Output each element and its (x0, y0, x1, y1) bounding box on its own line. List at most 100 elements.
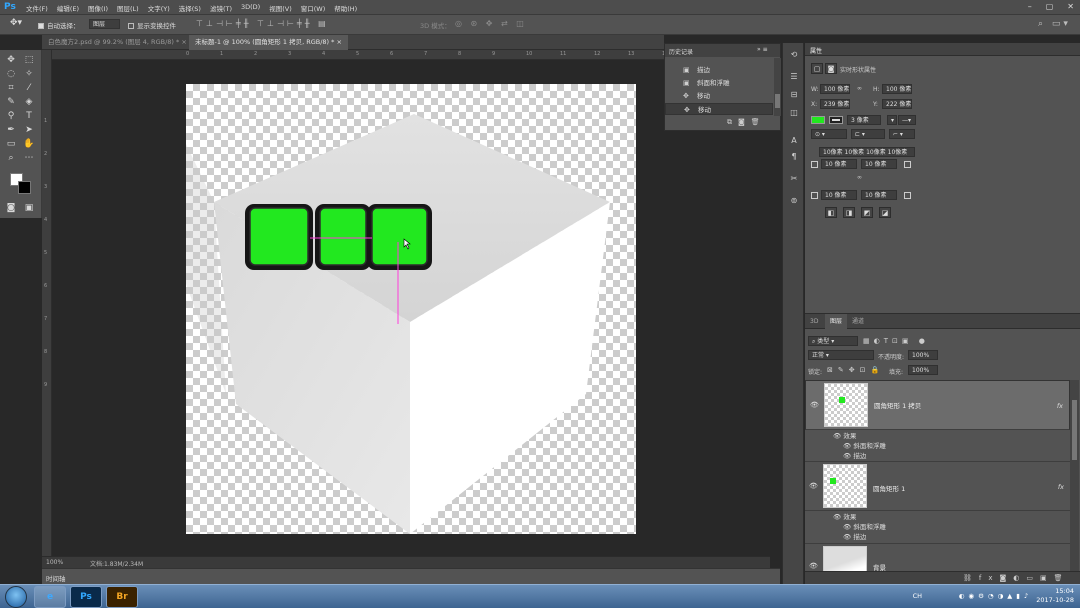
stroke-color-swatch[interactable] (829, 116, 843, 124)
visibility-eye-icon[interactable]: 👁 (809, 482, 818, 490)
properties-panel-icon[interactable]: ☰ (788, 71, 800, 83)
3d-panel-icon[interactable]: ⊚ (788, 195, 800, 207)
move-tool-preset-icon[interactable]: ✥▾ (10, 18, 22, 28)
blend-mode-dropdown[interactable]: 正常 ▾ (808, 350, 874, 360)
taskbar-clock[interactable]: 15:04 2017-10-28 (1036, 587, 1074, 605)
menu-help[interactable]: 帮助(H) (334, 3, 357, 13)
link-icon[interactable]: ∞ (857, 85, 862, 92)
corner-br-field[interactable]: 10 像素 (861, 190, 897, 200)
timeline-label[interactable]: 时间轴 (46, 573, 66, 583)
screen-mode-icon[interactable]: ▣ (22, 202, 36, 214)
bridge-taskbar-button[interactable]: Br (106, 586, 138, 608)
x-field[interactable]: 239 像素 (820, 99, 850, 109)
layer-filter-icons[interactable]: ▦◐T⊡▣ ● (863, 337, 929, 345)
shape-tool-icon[interactable]: ▭ (4, 138, 18, 150)
path-select-icon[interactable]: ➤ (22, 124, 36, 136)
green-rounded-rect-1[interactable] (245, 204, 313, 270)
lasso-tool-icon[interactable]: ◌ (4, 68, 18, 80)
effect-bevel[interactable]: 👁 斜面和浮雕 (843, 440, 886, 450)
shape-props-icon[interactable]: ▢ (811, 63, 823, 74)
paragraph-panel-icon[interactable]: ¶ (788, 151, 800, 163)
zoom-level[interactable]: 100% (46, 559, 63, 566)
panel-menu-icon[interactable]: » ≡ (757, 46, 768, 53)
menu-window[interactable]: 窗口(W) (301, 3, 326, 13)
hand-tool-icon[interactable]: ✋ (22, 138, 36, 150)
quick-mask-icon[interactable]: ◙ (4, 202, 18, 214)
layer-name[interactable]: 圆角矩形 1 拷贝 (874, 402, 921, 411)
history-scrollbar[interactable] (774, 58, 781, 116)
layer-filter-dropdown[interactable]: ⌕ 类型 ▾ (808, 336, 858, 346)
layer-row-original[interactable]: 👁 圆角矩形 1 fx (805, 461, 1070, 511)
tab-close-icon[interactable]: × (181, 38, 186, 46)
tool-presets-icon[interactable]: ✂ (788, 173, 800, 185)
properties-title[interactable]: 属性 (810, 46, 822, 55)
menu-type[interactable]: 文字(Y) (148, 3, 170, 13)
stroke-dropdown[interactable]: ▾ (887, 115, 897, 125)
y-field[interactable]: 222 像素 (882, 99, 912, 109)
tab-close-icon[interactable]: × (336, 38, 341, 46)
search-icon[interactable]: ⌕ ▭▾ (1038, 19, 1071, 29)
scroll-thumb[interactable] (1072, 400, 1077, 460)
corner-radius-all-field[interactable]: 10像素 10像素 10像素 10像素 (819, 147, 915, 157)
menu-file[interactable]: 文件(F) (26, 3, 48, 13)
history-item[interactable]: ▣ 描边 (665, 64, 773, 76)
history-title[interactable]: 历史记录 (669, 47, 693, 56)
document-canvas[interactable] (186, 84, 636, 534)
marquee-tool-icon[interactable]: ⬚ (22, 54, 36, 66)
pen-tool-icon[interactable]: ✒ (4, 124, 18, 136)
lock-icons[interactable]: ⊠✎✥⊡🔒 (827, 366, 884, 374)
path-combine-icon[interactable]: ◧ (825, 207, 837, 218)
layer-footer-buttons[interactable]: ⛓fx◙◐▭▣🗑 (963, 574, 1070, 582)
layer-row-copy[interactable]: 👁 圆角矩形 1 拷贝 fx (805, 380, 1070, 430)
tray-icons[interactable]: ◐◉⚙◔◑▲▮♪ (959, 592, 1032, 600)
green-rounded-rect-2[interactable] (315, 204, 371, 270)
history-item[interactable]: ▣ 斜面和浮雕 (665, 77, 773, 89)
green-rounded-rect-3[interactable] (367, 204, 432, 270)
start-button[interactable] (5, 586, 27, 608)
crop-tool-icon[interactable]: ⌗ (4, 82, 18, 94)
menu-edit[interactable]: 编辑(E) (57, 3, 79, 13)
align-buttons[interactable]: ⊤⊥⊣⊢╪╫ ⊤⊥⊣⊢╪╫ ▤ (196, 19, 329, 28)
stroke-cap-dropdown[interactable]: ⊏ ▾ (851, 129, 885, 139)
ie-taskbar-button[interactable]: e (34, 586, 66, 608)
effect-stroke[interactable]: 👁 描边 (843, 450, 866, 460)
magic-wand-icon[interactable]: ✧ (22, 68, 36, 80)
auto-select-checkbox[interactable]: 自动选择： (38, 20, 80, 30)
minimize-button[interactable]: – (1028, 2, 1032, 11)
history-footer-buttons[interactable]: ⧉◙🗑 (727, 118, 766, 127)
tab-channels[interactable]: 通道 (847, 314, 869, 329)
menu-filter[interactable]: 滤镜(T) (210, 3, 232, 13)
mask-props-icon[interactable]: ◙ (825, 63, 837, 74)
fill-color-swatch[interactable] (811, 116, 825, 124)
move-tool-icon[interactable]: ✥ (4, 54, 18, 66)
text-tool-icon[interactable]: T (22, 110, 36, 122)
width-field[interactable]: 100 像素 (820, 84, 850, 94)
menu-image[interactable]: 图像(I) (88, 3, 108, 13)
photoshop-taskbar-button[interactable]: Ps (70, 586, 102, 608)
visibility-eye-icon[interactable]: 👁 (809, 562, 818, 570)
effect-stroke[interactable]: 👁 描边 (843, 531, 866, 541)
history-item-selected[interactable]: ✥ 移动 (665, 103, 773, 115)
effect-bevel[interactable]: 👁 斜面和浮雕 (843, 521, 886, 531)
height-field[interactable]: 100 像素 (882, 84, 912, 94)
stroke-align-dropdown[interactable]: ⊙ ▾ (811, 129, 847, 139)
zoom-tool-icon[interactable]: ⌕ (4, 152, 18, 164)
corner-bl-field[interactable]: 10 像素 (821, 190, 857, 200)
menu-select[interactable]: 选择(S) (179, 3, 201, 13)
auto-select-dropdown[interactable]: 图层 (89, 19, 121, 29)
eraser-tool-icon[interactable]: ◈ (22, 96, 36, 108)
menu-layer[interactable]: 图层(L) (117, 3, 139, 13)
fx-icon[interactable]: fx (1058, 483, 1064, 491)
stroke-width-field[interactable]: 3 像素 (847, 115, 881, 125)
brush-tool-icon[interactable]: ✎ (4, 96, 18, 108)
fx-icon[interactable]: fx (1057, 402, 1063, 411)
eyedropper-icon[interactable]: ⁄ (22, 82, 36, 94)
document-size[interactable]: 文档:1.83M/2.34M (90, 559, 143, 568)
tab-3d[interactable]: 3D (805, 314, 823, 329)
tab-document-1[interactable]: 白色魔方2.psd @ 99.2% (图层 4, RGB/8) * × (42, 35, 193, 50)
history-item[interactable]: ✥ 移动 (665, 90, 773, 102)
tab-layers[interactable]: 图层 (825, 314, 848, 329)
path-exclude-icon[interactable]: ◪ (879, 207, 891, 218)
styles-panel-icon[interactable]: ◫ (788, 107, 800, 119)
layers-scrollbar[interactable] (1070, 380, 1079, 572)
